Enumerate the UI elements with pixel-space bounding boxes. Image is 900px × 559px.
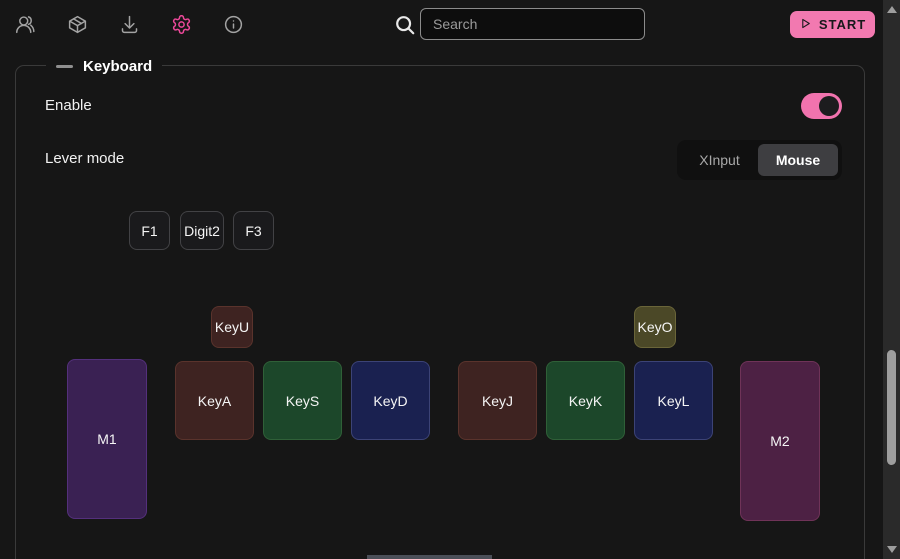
lever-mode-option-xinput[interactable]: XInput [681, 144, 758, 176]
key-button-digit2[interactable]: Digit2 [180, 211, 224, 250]
info-icon [223, 14, 244, 38]
info-nav-button[interactable] [216, 9, 250, 43]
collapse-dash-icon[interactable] [56, 65, 73, 68]
key-button-f1[interactable]: F1 [129, 211, 170, 250]
start-button[interactable]: START [790, 11, 875, 38]
scrollbar-thumb[interactable] [887, 350, 896, 465]
search-icon [394, 14, 416, 36]
enable-label: Enable [45, 97, 92, 114]
enable-toggle-knob [819, 96, 839, 116]
start-button-label: START [819, 17, 866, 32]
enable-toggle[interactable] [801, 93, 842, 119]
key-button-keya[interactable]: KeyA [175, 361, 254, 440]
key-button-m2[interactable]: M2 [740, 361, 820, 521]
key-button-f3[interactable]: F3 [233, 211, 274, 250]
key-button-keyl[interactable]: KeyL [634, 361, 713, 440]
lever-mode-segmented-control: XInput Mouse [677, 140, 842, 180]
key-button-keyu[interactable]: KeyU [211, 306, 253, 348]
partially-visible-element [367, 555, 492, 559]
key-button-keys[interactable]: KeyS [263, 361, 342, 440]
key-button-keyj[interactable]: KeyJ [458, 361, 537, 440]
users-nav-button[interactable] [8, 9, 42, 43]
keyboard-section-legend: Keyboard [46, 55, 162, 77]
key-button-keyd[interactable]: KeyD [351, 361, 430, 440]
package-icon [67, 14, 88, 38]
topbar: START [0, 0, 883, 52]
scrollbar-up-arrow-icon[interactable] [887, 6, 897, 13]
scrollbar-down-arrow-icon[interactable] [887, 546, 897, 553]
settings-nav-button[interactable] [164, 9, 198, 43]
lever-mode-option-mouse[interactable]: Mouse [758, 144, 838, 176]
download-icon [119, 14, 140, 38]
play-icon [799, 17, 812, 33]
keyboard-section: Keyboard Enable Lever mode XInput Mouse … [15, 65, 865, 559]
key-button-keyk[interactable]: KeyK [546, 361, 625, 440]
download-nav-button[interactable] [112, 9, 146, 43]
key-button-keyo[interactable]: KeyO [634, 306, 676, 348]
vertical-scrollbar[interactable] [883, 0, 900, 559]
users-icon [15, 14, 36, 38]
key-button-m1[interactable]: M1 [67, 359, 147, 519]
search-input[interactable] [420, 8, 645, 40]
lever-mode-label: Lever mode [45, 150, 124, 167]
settings-gear-icon [171, 14, 192, 38]
keyboard-section-title: Keyboard [83, 58, 152, 75]
package-nav-button[interactable] [60, 9, 94, 43]
